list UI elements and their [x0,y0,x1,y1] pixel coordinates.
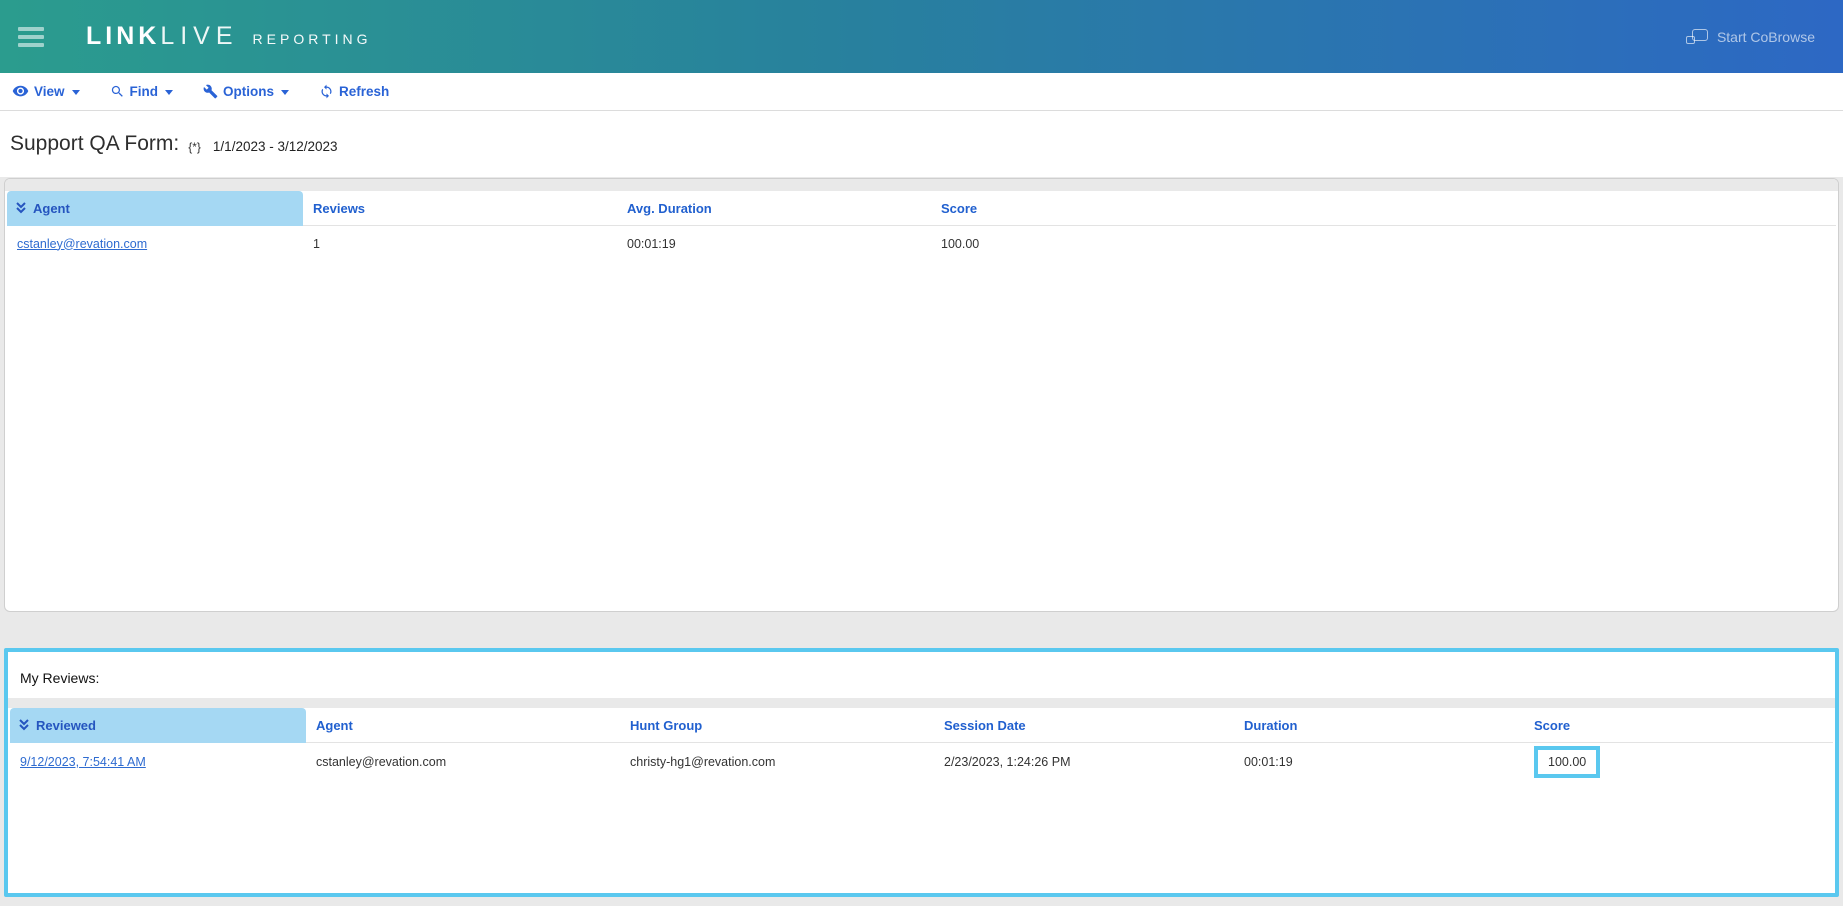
refresh-label: Refresh [339,84,389,99]
refresh-button[interactable]: Refresh [319,84,389,99]
hunt-group-value: christy-hg1@revation.com [620,755,934,769]
app-logo: LINK LIVE REPORTING [86,22,372,51]
title-filter-badge: {*} [188,140,201,154]
toolbar: View Find Options Refresh [0,73,1843,111]
column-header-avg-duration[interactable]: Avg. Duration [617,201,931,216]
content-area: Agent Reviews Avg. Duration Score cstanl… [0,177,1843,906]
agent-link[interactable]: cstanley@revation.com [17,237,147,251]
logo-reporting: REPORTING [253,31,372,47]
session-date-value: 2/23/2023, 1:24:26 PM [934,755,1234,769]
my-reviews-panel: My Reviews: Reviewed Agent Hunt Group Se… [4,648,1839,897]
logo-link: LINK [86,22,160,51]
column-header-score[interactable]: Score [1524,718,1833,733]
search-icon [110,84,125,99]
date-range: 1/1/2023 - 3/12/2023 [213,139,338,154]
column-header-session-date[interactable]: Session Date [934,718,1234,733]
column-header-reviews[interactable]: Reviews [303,201,617,216]
score-value: 100.00 [931,237,1836,251]
highlighted-score-box: 100.00 [1534,746,1600,778]
column-header-score[interactable]: Score [931,201,1836,216]
wrench-icon [203,84,218,99]
eye-icon [12,85,29,98]
column-header-duration[interactable]: Duration [1234,718,1524,733]
title-bar: Support QA Form: {*} 1/1/2023 - 3/12/202… [0,111,1843,177]
my-reviews-label: My Reviews: [8,652,1835,698]
view-menu-button[interactable]: View [12,84,80,99]
double-chevron-down-icon [18,718,30,732]
score-value: 100.00 [1548,755,1586,769]
reviews-value: 1 [303,237,617,251]
cobrowse-icon [1686,29,1708,44]
refresh-icon [319,84,334,99]
options-label: Options [223,84,274,99]
start-cobrowse-label: Start CoBrowse [1717,29,1815,45]
app-header: LINK LIVE REPORTING Start CoBrowse [0,0,1843,73]
column-header-agent-label: Agent [33,201,70,216]
page-title: Support QA Form: [10,132,179,156]
column-header-reviewed[interactable]: Reviewed [10,708,306,743]
column-header-reviewed-label: Reviewed [36,718,96,733]
reviewed-link[interactable]: 9/12/2023, 7:54:41 AM [20,755,146,769]
chevron-down-icon [72,90,80,95]
column-header-agent[interactable]: Agent [7,191,303,226]
avg-duration-value: 00:01:19 [617,237,931,251]
column-header-hunt-group[interactable]: Hunt Group [620,718,934,733]
agents-table-row: cstanley@revation.com 1 00:01:19 100.00 [7,226,1836,261]
my-reviews-table-strip [8,698,1835,708]
logo-live: LIVE [160,22,238,51]
start-cobrowse-button[interactable]: Start CoBrowse [1686,29,1815,45]
find-menu-button[interactable]: Find [110,84,174,99]
card-top-strip [5,179,1838,191]
view-label: View [34,84,65,99]
double-chevron-down-icon [15,201,27,215]
options-menu-button[interactable]: Options [203,84,289,99]
my-reviews-header-row: Reviewed Agent Hunt Group Session Date D… [10,708,1833,743]
section-gap [4,612,1839,648]
column-header-agent[interactable]: Agent [306,718,620,733]
find-label: Find [130,84,159,99]
agents-table-header-row: Agent Reviews Avg. Duration Score [7,191,1836,226]
chevron-down-icon [165,90,173,95]
agent-value: cstanley@revation.com [306,755,620,769]
my-reviews-row: 9/12/2023, 7:54:41 AM cstanley@revation.… [10,743,1833,781]
menu-icon[interactable] [18,27,44,47]
agents-table-card: Agent Reviews Avg. Duration Score cstanl… [4,178,1839,612]
duration-value: 00:01:19 [1234,755,1524,769]
chevron-down-icon [281,90,289,95]
